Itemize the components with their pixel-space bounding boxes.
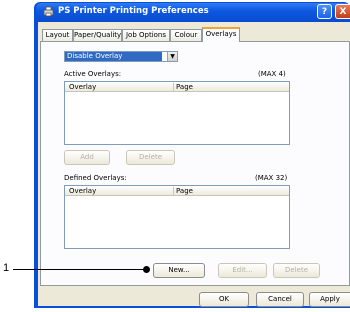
delete-defined-overlay-button[interactable]: Delete bbox=[273, 263, 320, 278]
add-overlay-button[interactable]: Add bbox=[64, 150, 110, 165]
tab-job-options[interactable]: Job Options bbox=[122, 29, 170, 41]
tab-paper-quality[interactable]: Paper/Quality bbox=[73, 29, 122, 41]
column-header-overlay[interactable]: Overlay bbox=[69, 82, 96, 92]
help-button[interactable]: ? bbox=[317, 4, 332, 19]
close-button[interactable]: X bbox=[335, 4, 350, 19]
column-header-overlay[interactable]: Overlay bbox=[69, 186, 96, 196]
defined-overlays-label: Defined Overlays: bbox=[64, 174, 127, 182]
column-header-page[interactable]: Page bbox=[176, 82, 193, 92]
active-overlays-max: (MAX 4) bbox=[258, 70, 286, 78]
tab-colour[interactable]: Colour bbox=[170, 29, 202, 41]
defined-overlays-max: (MAX 32) bbox=[255, 174, 288, 182]
chevron-down-icon[interactable]: ▼ bbox=[167, 52, 177, 61]
new-overlay-button[interactable]: New... bbox=[153, 263, 205, 278]
apply-button[interactable]: Apply bbox=[309, 292, 350, 307]
cancel-button[interactable]: Cancel bbox=[256, 292, 304, 307]
callout-number: 1 bbox=[3, 262, 10, 274]
tab-overlays[interactable]: Overlays bbox=[202, 27, 240, 42]
overlay-mode-value[interactable]: Disable Overlay bbox=[65, 52, 162, 61]
window-title: PS Printer Printing Preferences bbox=[58, 6, 209, 16]
callout-leader-line bbox=[13, 269, 144, 270]
edit-overlay-button[interactable]: Edit... bbox=[218, 263, 267, 278]
callout-dot bbox=[143, 266, 150, 273]
delete-active-overlay-button[interactable]: Delete bbox=[126, 150, 175, 165]
column-divider[interactable] bbox=[173, 187, 174, 195]
printer-icon bbox=[43, 6, 54, 17]
active-overlays-label: Active Overlays: bbox=[64, 70, 122, 78]
tab-layout[interactable]: Layout bbox=[42, 29, 73, 41]
column-divider[interactable] bbox=[173, 83, 174, 91]
column-header-page[interactable]: Page bbox=[176, 186, 193, 196]
ok-button[interactable]: OK bbox=[199, 292, 249, 307]
